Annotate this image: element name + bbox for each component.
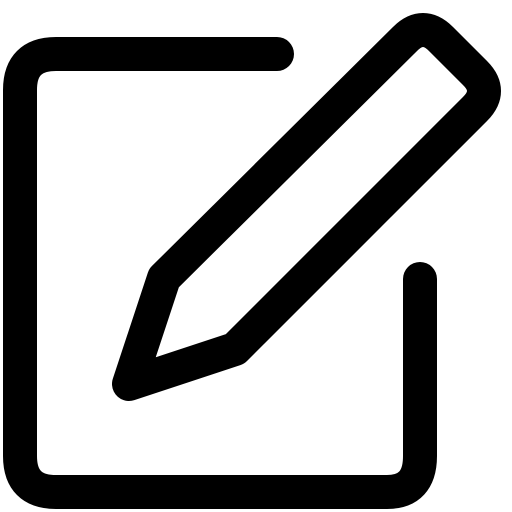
icon-canvas — [0, 0, 512, 512]
edit-icon[interactable] — [0, 0, 512, 512]
document-frame — [3, 37, 437, 509]
